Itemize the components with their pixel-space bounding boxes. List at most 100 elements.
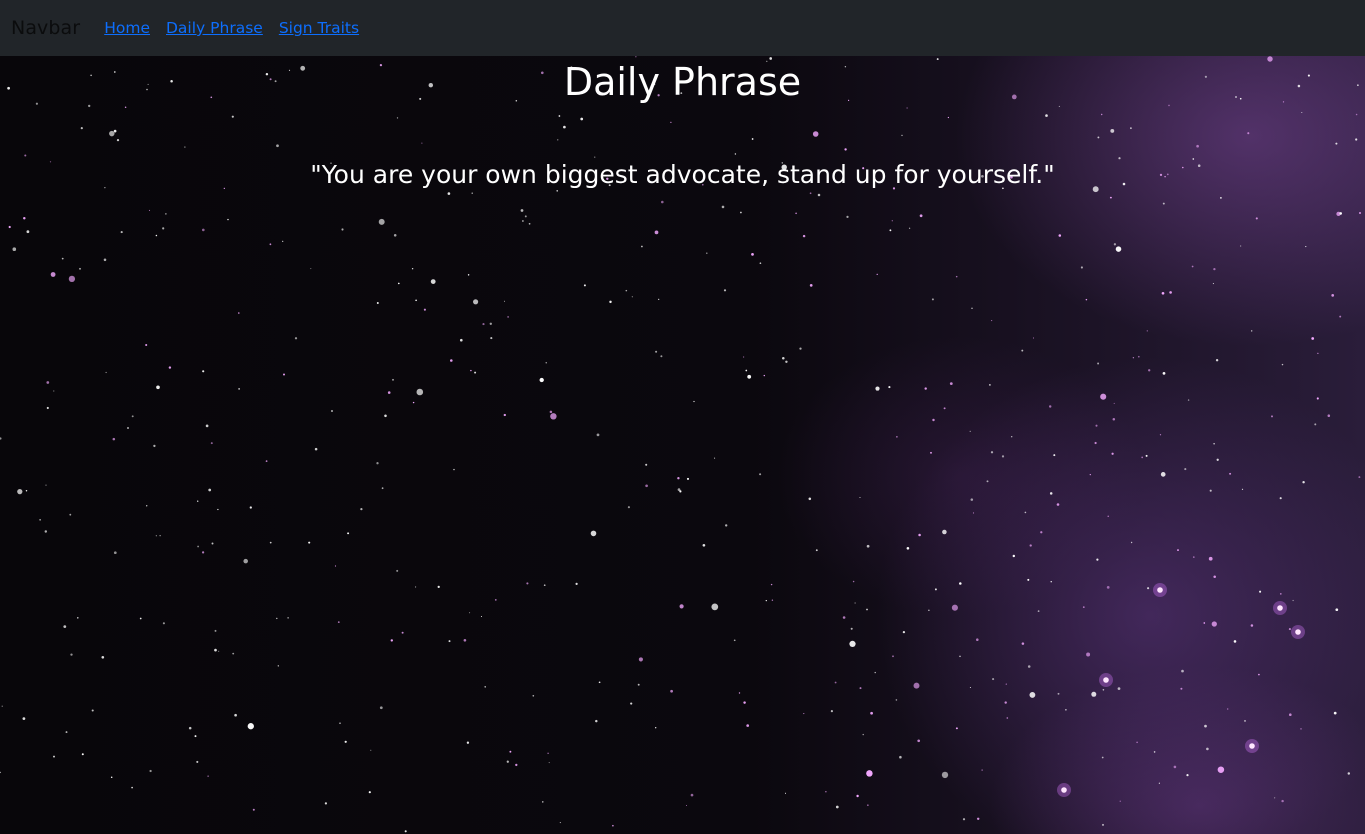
- star: [252, 808, 255, 811]
- star: [1148, 369, 1151, 372]
- star: [690, 793, 694, 797]
- star: [747, 374, 752, 379]
- star: [1301, 111, 1303, 114]
- star: [196, 760, 199, 763]
- star: [1100, 113, 1103, 116]
- star: [825, 791, 827, 793]
- star: [378, 218, 385, 225]
- star: [447, 192, 451, 195]
- star: [1216, 458, 1219, 461]
- star: [1317, 352, 1319, 354]
- star: [401, 631, 404, 634]
- star: [947, 116, 950, 119]
- page-title: Daily Phrase: [563, 60, 802, 104]
- star: [640, 245, 643, 248]
- star: [390, 639, 393, 642]
- star: [490, 337, 493, 340]
- star: [795, 212, 797, 215]
- star: [227, 218, 229, 221]
- star: [131, 415, 134, 418]
- star: [63, 625, 67, 628]
- star: [1037, 610, 1040, 612]
- star: [381, 487, 384, 490]
- star: [1049, 492, 1053, 495]
- star: [1227, 708, 1229, 710]
- star: [1335, 142, 1338, 145]
- star: [482, 323, 485, 326]
- star: [627, 506, 630, 509]
- star: [596, 433, 600, 437]
- star: [145, 343, 148, 347]
- nav-link-home[interactable]: Home: [104, 19, 150, 37]
- star: [324, 802, 328, 805]
- star: [149, 769, 152, 773]
- star: [1, 705, 3, 707]
- star: [46, 381, 50, 384]
- star: [969, 430, 971, 432]
- navbar-brand[interactable]: Navbar: [11, 17, 80, 39]
- star: [201, 551, 205, 554]
- star: [734, 153, 737, 155]
- star: [1161, 291, 1165, 295]
- star: [207, 775, 209, 777]
- star: [808, 497, 812, 501]
- star: [842, 616, 846, 619]
- star: [194, 735, 197, 738]
- star: [8, 225, 11, 229]
- nav-link-daily-phrase[interactable]: Daily Phrase: [166, 19, 263, 37]
- star: [658, 298, 660, 301]
- star: [50, 272, 56, 277]
- star: [249, 506, 252, 509]
- star: [415, 586, 417, 588]
- star: [65, 731, 68, 734]
- star: [1302, 481, 1305, 484]
- star: [785, 360, 788, 364]
- star: [218, 650, 220, 652]
- star: [113, 129, 117, 133]
- star: [706, 252, 708, 254]
- star: [1136, 741, 1138, 744]
- star: [1111, 452, 1114, 455]
- star: [1027, 665, 1031, 668]
- star: [867, 804, 869, 806]
- star: [416, 388, 424, 396]
- star: [168, 366, 172, 369]
- star: [526, 582, 529, 585]
- star: [101, 655, 105, 659]
- star: [1086, 652, 1091, 657]
- star: [1141, 456, 1144, 459]
- star: [376, 302, 379, 304]
- star: [509, 750, 512, 753]
- star: [148, 209, 151, 211]
- star: [53, 390, 55, 392]
- star: [558, 115, 561, 117]
- star: [866, 770, 873, 777]
- star: [917, 739, 921, 743]
- star: [127, 427, 129, 429]
- star: [1102, 689, 1105, 691]
- star: [1220, 197, 1222, 199]
- star: [1249, 743, 1255, 749]
- star: [733, 639, 736, 642]
- star: [393, 234, 397, 237]
- star: [1209, 489, 1212, 492]
- star: [895, 699, 898, 701]
- star: [396, 117, 399, 119]
- star: [1203, 622, 1206, 624]
- star: [1229, 472, 1232, 475]
- star: [1311, 337, 1315, 340]
- star: [1168, 104, 1170, 107]
- star: [77, 617, 79, 619]
- star: [211, 542, 214, 545]
- star: [217, 508, 219, 511]
- star: [550, 413, 557, 420]
- star: [1106, 586, 1110, 589]
- star: [1118, 157, 1121, 160]
- star: [1146, 330, 1148, 332]
- nav-link-sign-traits[interactable]: Sign Traits: [279, 19, 359, 37]
- star: [896, 436, 898, 438]
- star: [210, 442, 213, 445]
- star: [1004, 701, 1007, 704]
- star: [1157, 587, 1163, 593]
- star: [23, 216, 26, 220]
